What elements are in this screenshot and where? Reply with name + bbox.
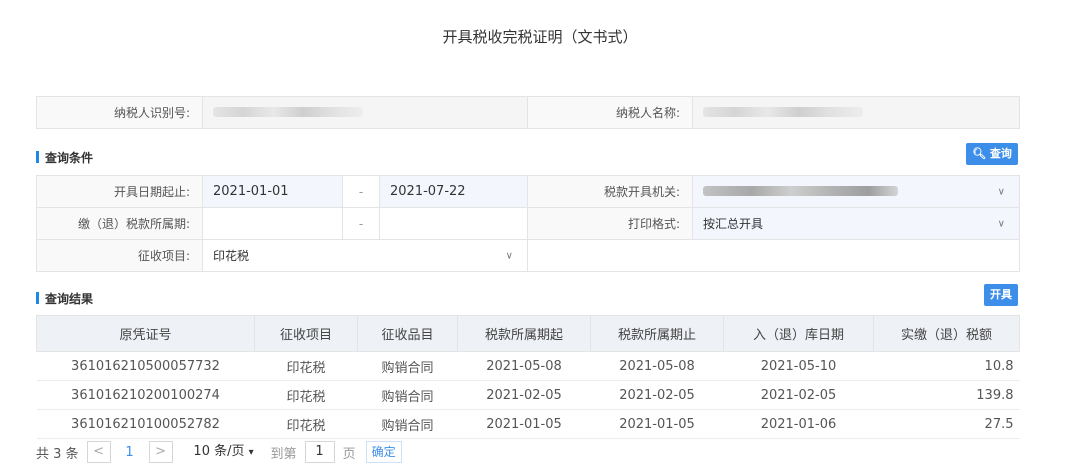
date-to-input[interactable]: 2021-07-22 [379,175,528,208]
taxpayer-name-label: 纳税人名称: [527,96,693,129]
results-section-title: 查询结果 [36,290,93,307]
search-button-label: 查询 [989,147,1012,160]
period-separator: - [342,207,380,240]
chevron-down-icon: ∨ [505,250,513,261]
table-row[interactable]: 361016210500057732 印花税 购销合同 2021-05-08 2… [36,351,1020,381]
storage-date-cell: 2021-02-05 [723,380,874,410]
print-format-select[interactable]: 按汇总开具 ∨ [692,207,1020,240]
issue-button[interactable]: 开具 [984,284,1018,306]
search-button[interactable]: 🔍︎ 查询 [966,143,1018,165]
storage-date-cell: 2021-05-10 [723,351,874,381]
date-separator: - [342,175,380,208]
print-format-label: 打印格式: [527,207,693,240]
period-end-cell: 2021-01-05 [590,409,724,439]
goto-label: 到第 [270,446,297,462]
col-header-storage-date: 入（退）库日期 [723,315,874,352]
amount-cell: 10.8 [873,351,1020,381]
amount-cell: 27.5 [873,409,1020,439]
levy-category-cell: 购销合同 [357,409,458,439]
print-format-value: 按汇总开具 [703,217,764,231]
chevron-down-icon: ∨ [997,186,1005,197]
voucher-cell: 361016210200100274 [36,380,255,410]
period-start-cell: 2021-01-05 [457,409,591,439]
date-from-input[interactable]: 2021-01-01 [202,175,343,208]
tax-office-label: 税款开具机关: [527,175,693,208]
query-form-table: 开具日期起止: 2021-01-01 - 2021-07-22 税款开具机关: … [36,175,1020,272]
tax-period-label: 缴（退）税款所属期: [36,207,203,240]
col-header-voucher: 原凭证号 [36,315,255,352]
levy-item-select[interactable]: 印花税 ∨ [202,239,528,272]
levy-item-cell: 印花税 [254,409,358,439]
col-header-amount: 实缴（退）税额 [873,315,1020,352]
chevron-down-icon: ▾ [248,447,254,458]
taxpayer-id-label: 纳税人识别号: [36,96,203,129]
taxpayer-name-value [692,96,1020,129]
redacted-taxpayer-id [213,106,363,117]
redacted-tax-office [703,185,898,196]
pagination: 共 3 条 < 1 > 10 条/页 ▾ 到第 1 页 确定 [36,439,402,465]
col-header-period-end: 税款所属期止 [590,315,724,352]
page-size-value: 10 条/页 [193,444,245,459]
levy-item-value: 印花税 [213,249,250,263]
page-unit-label: 页 [342,446,356,462]
period-to-input[interactable] [379,207,528,240]
col-header-levy-category: 征收品目 [357,315,458,352]
page-size-select[interactable]: 10 条/页 ▾ [186,441,261,463]
period-start-cell: 2021-02-05 [457,380,591,410]
results-table: 原凭证号 征收项目 征收品目 税款所属期起 税款所属期止 入（退）库日期 实缴（… [36,315,1020,439]
table-row[interactable]: 361016210100052782 印花税 购销合同 2021-01-05 2… [36,409,1020,439]
levy-category-cell: 购销合同 [357,380,458,410]
query-section-title: 查询条件 [36,149,93,166]
total-count: 共 3 条 [36,446,79,462]
date-range-label: 开具日期起止: [36,175,203,208]
page: 开具税收完税证明（文书式） 纳税人识别号: 纳税人名称: 查询条件 🔍︎ 查询 … [0,0,1080,465]
tax-office-select[interactable]: ∨ [692,175,1020,208]
page-title: 开具税收完税证明（文书式） [442,28,638,46]
search-icon: 🔍︎ [972,147,987,160]
period-end-cell: 2021-02-05 [590,380,724,410]
voucher-cell: 361016210100052782 [36,409,255,439]
chevron-down-icon: ∨ [997,218,1005,229]
voucher-cell: 361016210500057732 [36,351,255,381]
taxpayer-id-value [202,96,528,129]
goto-page-input[interactable]: 1 [304,441,335,463]
redacted-taxpayer-name [703,106,863,117]
levy-category-cell: 购销合同 [357,351,458,381]
table-row[interactable]: 361016210200100274 印花税 购销合同 2021-02-05 2… [36,380,1020,410]
period-from-input[interactable] [202,207,343,240]
period-end-cell: 2021-05-08 [590,351,724,381]
empty-cell [527,239,1020,272]
storage-date-cell: 2021-01-06 [723,409,874,439]
levy-item-cell: 印花税 [254,351,358,381]
col-header-levy-item: 征收项目 [254,315,358,352]
amount-cell: 139.8 [873,380,1020,410]
results-header-row: 原凭证号 征收项目 征收品目 税款所属期起 税款所属期止 入（退）库日期 实缴（… [36,315,1020,352]
next-page-button[interactable]: > [148,441,173,463]
levy-item-label: 征收项目: [36,239,203,272]
prev-page-button[interactable]: < [86,441,111,463]
levy-item-cell: 印花税 [254,380,358,410]
period-start-cell: 2021-05-08 [457,351,591,381]
taxpayer-info-table: 纳税人识别号: 纳税人名称: [36,96,1020,129]
current-page[interactable]: 1 [111,445,149,460]
goto-confirm-button[interactable]: 确定 [365,441,402,463]
col-header-period-start: 税款所属期起 [457,315,591,352]
